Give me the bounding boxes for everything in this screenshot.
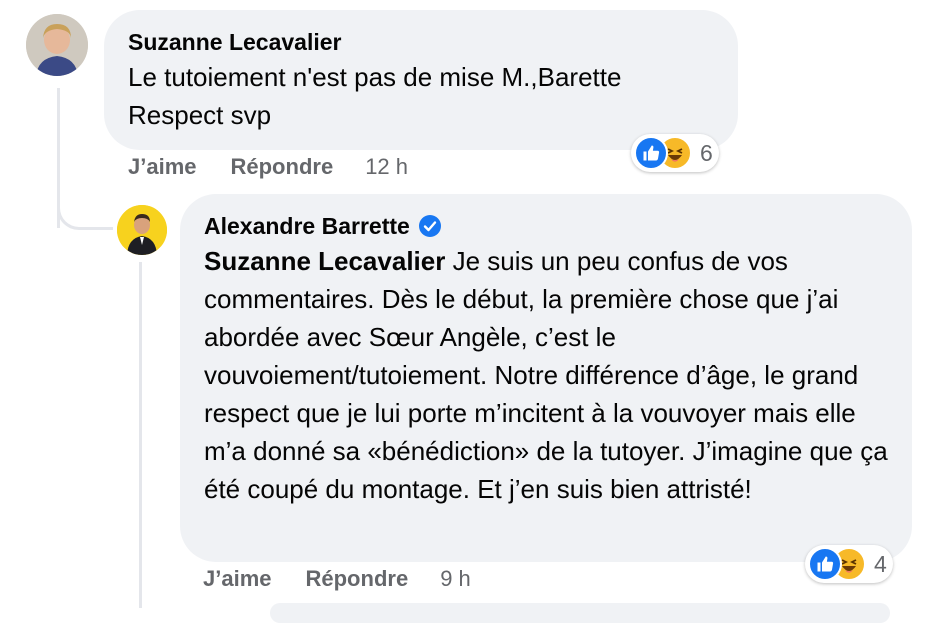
verified-badge-icon bbox=[418, 214, 442, 238]
reaction-count: 6 bbox=[700, 139, 713, 166]
comment-author[interactable]: Suzanne Lecavalier bbox=[128, 26, 714, 58]
like-icon bbox=[634, 136, 668, 170]
comment-actions: J’aime Répondre 12 h bbox=[128, 154, 408, 180]
next-comment-bubble-partial bbox=[270, 603, 890, 623]
comment-text: Suzanne Lecavalier Je suis un peu confus… bbox=[204, 242, 888, 508]
mention-link[interactable]: Suzanne Lecavalier bbox=[204, 246, 445, 276]
comment-bubble: Suzanne Lecavalier Le tutoiement n'est p… bbox=[104, 10, 738, 150]
reply-thread-line bbox=[139, 262, 142, 608]
comment-body: Je suis un peu confus de vos commentaire… bbox=[204, 246, 888, 504]
comment-author[interactable]: Alexandre Barrette bbox=[204, 210, 888, 242]
comment-actions: J’aime Répondre 9 h bbox=[203, 566, 471, 592]
comment-timestamp[interactable]: 9 h bbox=[440, 566, 471, 592]
like-button[interactable]: J’aime bbox=[128, 154, 197, 180]
reactions-summary[interactable]: 4 bbox=[805, 545, 893, 583]
comment-text: Le tutoiement n'est pas de mise M.,Baret… bbox=[128, 62, 622, 130]
avatar-alexandre-barrette[interactable] bbox=[117, 205, 167, 255]
avatar-suzanne-lecavalier[interactable] bbox=[26, 14, 88, 76]
reply-button[interactable]: Répondre bbox=[306, 566, 409, 592]
reply-button[interactable]: Répondre bbox=[231, 154, 334, 180]
comment-bubble: Alexandre Barrette Suzanne Lecavalier Je… bbox=[180, 194, 912, 562]
reaction-count: 4 bbox=[874, 550, 887, 577]
thread-connector bbox=[57, 200, 113, 230]
comment-timestamp[interactable]: 12 h bbox=[365, 154, 408, 180]
like-icon bbox=[808, 547, 842, 581]
reactions-summary[interactable]: 6 bbox=[631, 134, 719, 172]
like-button[interactable]: J’aime bbox=[203, 566, 272, 592]
